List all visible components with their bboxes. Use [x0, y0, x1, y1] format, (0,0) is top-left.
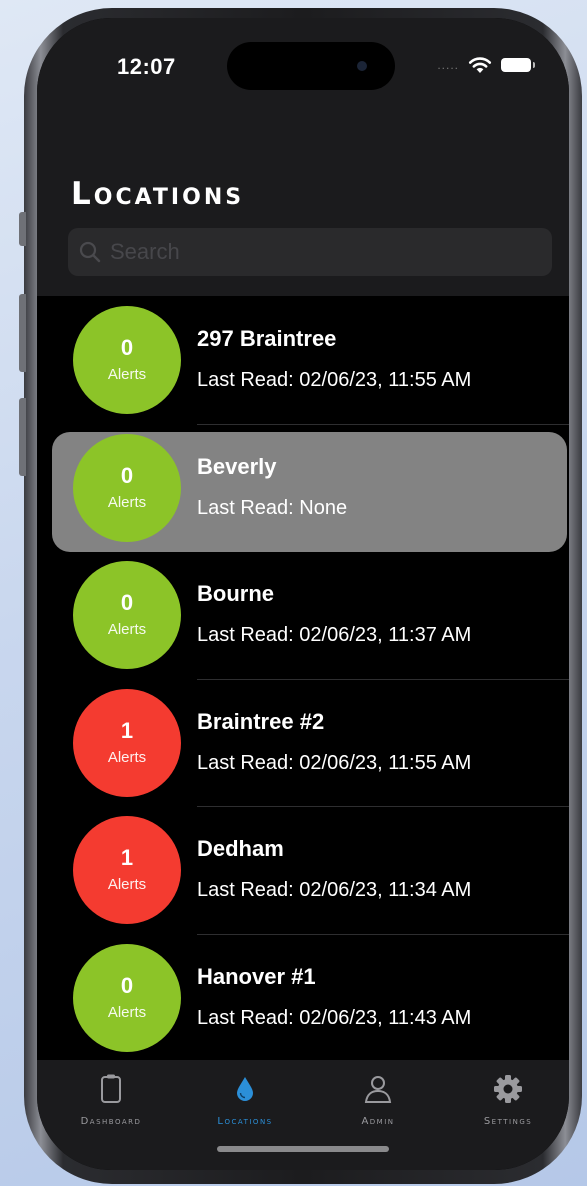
- person-icon: [364, 1076, 392, 1103]
- search-input[interactable]: [108, 238, 532, 266]
- location-name: Hanover #1: [197, 963, 316, 989]
- page-title: Locations: [71, 176, 245, 212]
- location-row[interactable]: 1 Alerts Braintree #2 Last Read: 02/06/2…: [37, 680, 569, 807]
- status-time: 12:07: [117, 54, 176, 79]
- alert-count-badge: 1 Alerts: [73, 816, 181, 924]
- tab-label: Settings: [483, 1116, 533, 1127]
- phone-screen: 12:07 ..... Locations 0 Alerts 297 Brain…: [37, 18, 569, 1170]
- dynamic-island: [227, 42, 395, 90]
- alerts-label: Alerts: [107, 748, 147, 766]
- tab-dashboard[interactable]: Dashboard: [51, 1072, 171, 1127]
- alerts-label: Alerts: [107, 1003, 147, 1021]
- alert-count: 0: [120, 972, 134, 998]
- alert-count-badge: 0 Alerts: [73, 561, 181, 669]
- last-read: Last Read: None: [197, 496, 348, 519]
- location-row[interactable]: 1 Alerts Dedham Last Read: 02/06/23, 11:…: [37, 807, 569, 935]
- alert-count: 0: [120, 462, 134, 488]
- alerts-label: Alerts: [107, 621, 147, 638]
- tab-bar: Dashboard Locations Admin Settings: [37, 1060, 569, 1170]
- last-read: Last Read: 02/06/23, 11:55 AM: [197, 751, 472, 774]
- volume-up-button: [19, 294, 26, 372]
- wifi-icon: [468, 57, 492, 73]
- camera-icon: [357, 61, 367, 71]
- search-icon: [79, 241, 101, 263]
- home-indicator[interactable]: [217, 1146, 389, 1152]
- location-name: Beverly: [197, 453, 277, 479]
- alerts-label: Alerts: [107, 366, 147, 383]
- action-button: [19, 212, 26, 246]
- location-row[interactable]: 0 Alerts 297 Braintree Last Read: 02/06/…: [37, 297, 569, 425]
- locations-list: 0 Alerts 297 Braintree Last Read: 02/06/…: [37, 297, 569, 1062]
- water-drop-icon: [237, 1077, 253, 1101]
- last-read: Last Read: 02/06/23, 11:37 AM: [197, 624, 472, 646]
- tab-label: Locations: [217, 1116, 273, 1127]
- tab-settings[interactable]: Settings: [448, 1072, 568, 1127]
- location-name: 297 Braintree: [197, 326, 337, 351]
- alert-count: 1: [120, 845, 134, 870]
- tab-label: Dashboard: [80, 1116, 142, 1127]
- location-row[interactable]: 0 Alerts Bourne Last Read: 02/06/23, 11:…: [37, 552, 569, 680]
- signal-icon: .....: [437, 58, 459, 72]
- status-icons: .....: [437, 56, 535, 74]
- alert-count: 0: [120, 590, 134, 615]
- battery-icon: [501, 58, 535, 72]
- alert-count-badge: 0 Alerts: [73, 433, 181, 542]
- alerts-label: Alerts: [107, 876, 147, 893]
- last-read: Last Read: 02/06/23, 11:34 AM: [197, 879, 472, 901]
- gear-icon: [494, 1075, 522, 1103]
- volume-down-button: [19, 398, 26, 476]
- location-row-selected[interactable]: 0 Alerts Beverly Last Read: None: [37, 425, 569, 553]
- search-bar[interactable]: [68, 228, 552, 276]
- location-name: Bourne: [197, 581, 274, 606]
- location-row[interactable]: 0 Alerts Hanover #1 Last Read: 02/06/23,…: [37, 935, 569, 1062]
- alerts-label: Alerts: [107, 493, 147, 511]
- alert-count: 0: [120, 335, 134, 360]
- tab-label: Admin: [361, 1116, 395, 1127]
- clipboard-icon: [101, 1074, 121, 1103]
- tab-locations[interactable]: Locations: [185, 1072, 305, 1127]
- alert-count-badge: 0 Alerts: [73, 306, 181, 414]
- alert-count-badge: 0 Alerts: [73, 943, 181, 1052]
- last-read: Last Read: 02/06/23, 11:55 AM: [197, 369, 472, 391]
- location-name: Dedham: [197, 836, 284, 861]
- location-name: Braintree #2: [197, 708, 325, 734]
- alert-count-badge: 1 Alerts: [73, 688, 181, 797]
- alert-count: 1: [120, 717, 134, 743]
- tab-admin[interactable]: Admin: [318, 1072, 438, 1127]
- last-read: Last Read: 02/06/23, 11:43 AM: [197, 1006, 472, 1029]
